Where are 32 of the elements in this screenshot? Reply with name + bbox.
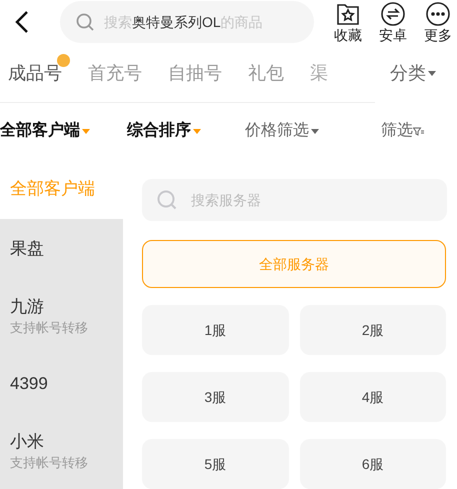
swap-arrows-icon <box>380 1 406 27</box>
header-action-button[interactable]: 更多 <box>420 1 456 43</box>
filter-button[interactable]: 筛选 <box>380 119 457 143</box>
sidebar-note: 支持帐号转移 <box>10 318 88 336</box>
server-button[interactable]: 3服 <box>142 372 288 422</box>
filter-button[interactable]: 综合排序 <box>127 119 245 143</box>
sidebar-item[interactable]: 九游 支持帐号转移 <box>0 279 123 354</box>
back-icon <box>15 11 29 33</box>
filter-button[interactable]: 全部客户端 <box>0 119 127 143</box>
caret-icon <box>193 128 201 134</box>
header-action-button[interactable]: 收藏 <box>330 1 366 43</box>
sidebar-item[interactable]: 果盘 <box>0 219 123 279</box>
caret-icon <box>428 70 436 76</box>
tab[interactable]: 成品号 <box>8 60 62 86</box>
star-folder-icon <box>335 1 361 27</box>
server-button[interactable]: 1服 <box>142 305 288 355</box>
server-button[interactable]: 4服 <box>300 372 446 422</box>
sidebar-note: 支持帐号转移 <box>10 454 88 472</box>
server-button[interactable]: 6服 <box>300 439 446 489</box>
sidebar-item[interactable]: 小米 支持帐号转移 <box>0 414 123 489</box>
server-button[interactable]: 5服 <box>142 439 288 489</box>
search-icon <box>76 13 94 31</box>
filter-icon <box>413 126 424 136</box>
server-button[interactable]: 2服 <box>300 305 446 355</box>
sidebar-item[interactable]: 4399 <box>0 354 123 414</box>
more-icon <box>425 1 451 27</box>
category-button[interactable]: 分类 <box>390 60 436 86</box>
header-action-button[interactable]: 安卓 <box>375 1 411 43</box>
caret-icon <box>311 128 319 134</box>
filter-button[interactable]: 价格筛选 <box>245 119 380 143</box>
search-icon <box>157 190 177 210</box>
caret-icon <box>82 128 90 134</box>
